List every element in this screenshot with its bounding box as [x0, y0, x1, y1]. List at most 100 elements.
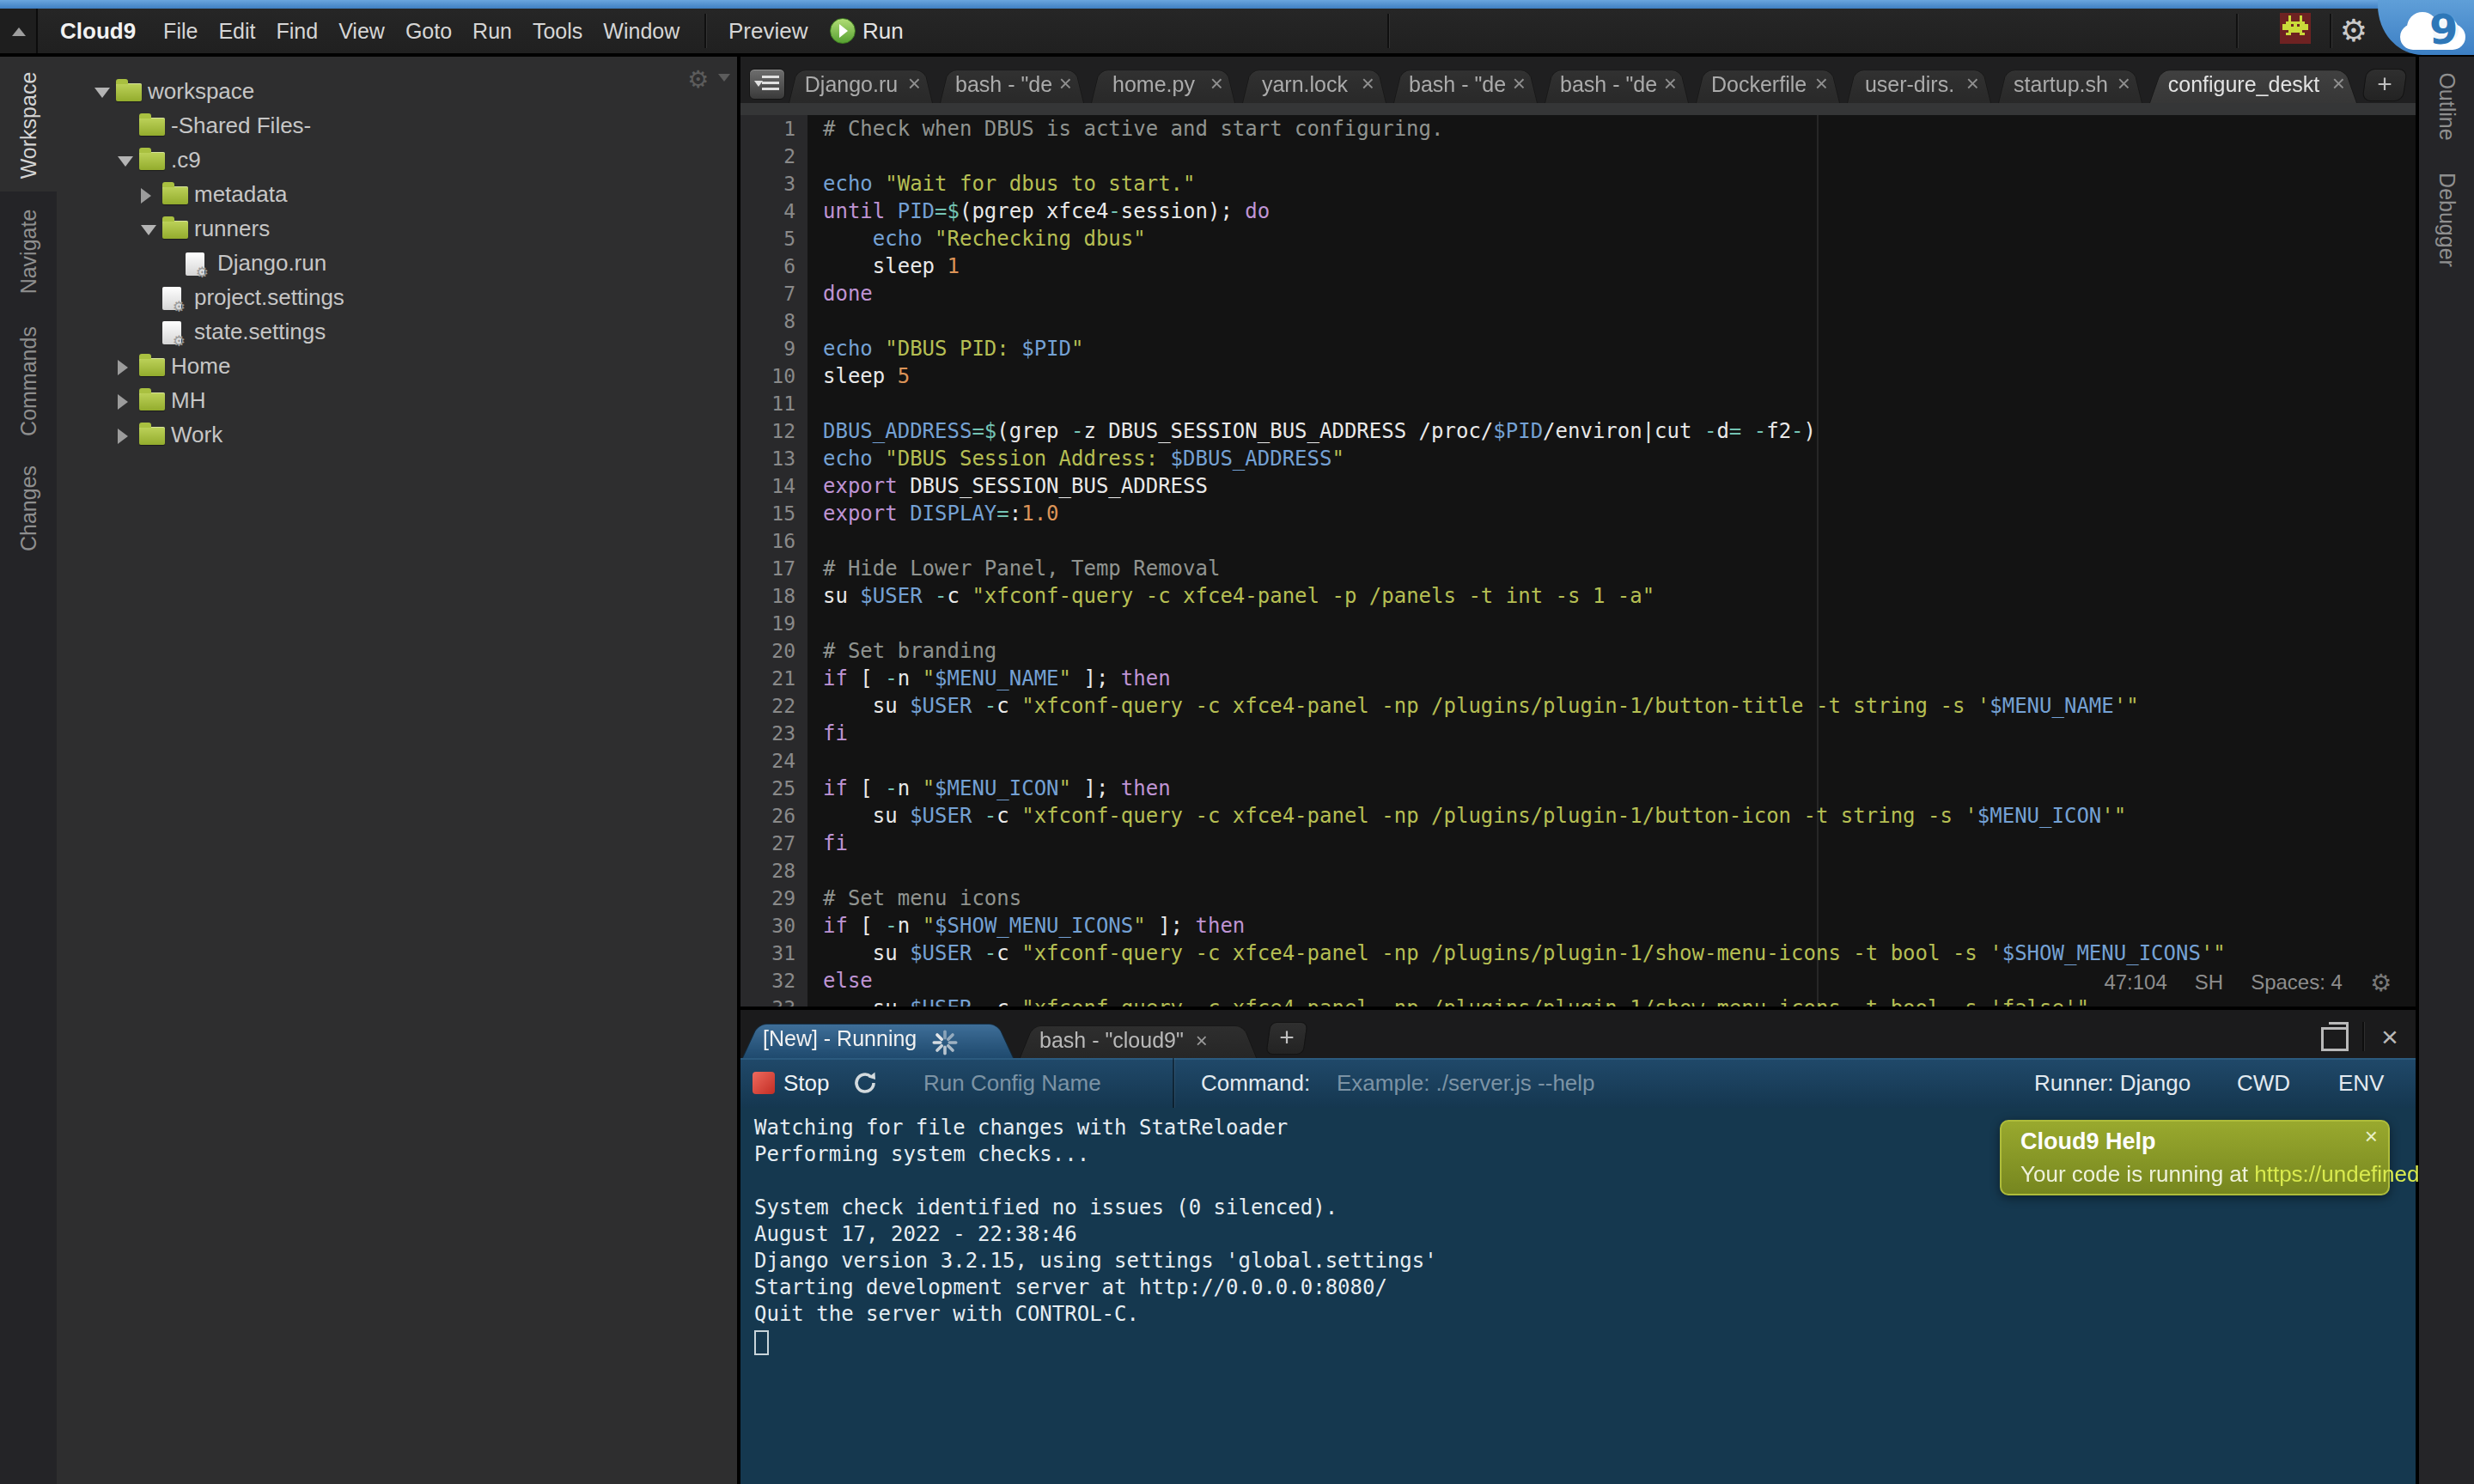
close-tab-icon[interactable]: × — [1664, 65, 1677, 101]
syntax-mode[interactable]: SH — [2195, 970, 2223, 994]
close-panel-icon[interactable]: × — [2374, 1017, 2405, 1056]
tree-item-label: metadata — [194, 181, 287, 208]
chevron-collapsed-icon[interactable] — [118, 394, 128, 410]
menu-edit[interactable]: Edit — [208, 19, 265, 44]
code-line-29: 29# Set menu icons — [740, 885, 2416, 912]
spaces-setting[interactable]: Spaces: 4 — [2251, 970, 2343, 994]
menu-file[interactable]: File — [153, 19, 208, 44]
cloud9-logo[interactable]: 9 — [2400, 10, 2469, 52]
close-tab-icon[interactable]: × — [908, 65, 921, 101]
editor-tab-user-dirs-[interactable]: user-dirs.× — [1847, 65, 1991, 103]
menu-run[interactable]: Run — [462, 19, 522, 44]
maximize-panel-icon[interactable] — [2321, 1027, 2349, 1051]
rail-tab-workspace[interactable]: Workspace — [16, 72, 41, 179]
menu-find[interactable]: Find — [266, 19, 329, 44]
cursor-position[interactable]: 47:104 — [2104, 970, 2166, 994]
notification-body: Your code is running at https://undefine… — [2020, 1161, 2420, 1188]
chevron-expanded-icon[interactable] — [94, 88, 110, 98]
editor-tab-configure-deskt[interactable]: configure_deskt× — [2149, 65, 2357, 103]
preview-button[interactable]: Preview — [728, 9, 807, 53]
tab-label: [New] - Running — [742, 1019, 929, 1058]
line-number: 30 — [740, 912, 795, 940]
menu-tools[interactable]: Tools — [522, 19, 593, 44]
console-tab--new-running[interactable]: [New] - Running — [742, 1019, 1014, 1058]
code-line-3: 3echo "Wait for dbus to start." — [740, 170, 2416, 198]
close-tab-icon[interactable]: × — [1059, 65, 1072, 101]
close-tab-icon[interactable]: × — [1210, 65, 1223, 101]
editor-tab-bash-de[interactable]: bash - "de× — [1545, 65, 1689, 103]
rail-tab-navigate[interactable]: Navigate — [16, 210, 41, 295]
status-gear-icon[interactable]: ⚙ — [2370, 969, 2392, 997]
console-output-line: System check identified no issues (0 sil… — [740, 1195, 2416, 1221]
editor-tab-bash-de[interactable]: bash - "de× — [1393, 65, 1538, 103]
tree-item--c9[interactable]: .c9 — [57, 143, 735, 178]
editor-tab-startup-sh[interactable]: startup.sh× — [1998, 65, 2142, 103]
tree-item-mh[interactable]: MH — [57, 384, 735, 418]
chevron-collapsed-icon[interactable] — [118, 360, 128, 375]
code-line-28: 28 — [740, 857, 2416, 885]
tree-item-workspace[interactable]: workspace — [57, 75, 735, 109]
run-button[interactable]: Run — [830, 9, 904, 53]
debug-bug-icon[interactable] — [2280, 12, 2311, 45]
editor-tab-home-py[interactable]: home.py× — [1091, 65, 1235, 103]
tab-label: configure_deskt — [2149, 65, 2357, 103]
command-input[interactable]: Example: ./server.js --help — [1337, 1070, 1595, 1097]
collapse-menubar-button[interactable] — [0, 9, 38, 53]
env-button[interactable]: ENV — [2338, 1070, 2384, 1097]
chevron-collapsed-icon[interactable] — [118, 429, 128, 444]
close-tab-icon[interactable]: × — [2332, 65, 2345, 101]
tree-item-runners[interactable]: runners — [57, 212, 735, 246]
console-toolbar: Stop Run Config Name Command: Example: .… — [740, 1058, 2416, 1108]
editor-tab-bash-de[interactable]: bash - "de× — [940, 65, 1084, 103]
line-number: 18 — [740, 582, 795, 610]
terminal-cursor — [754, 1330, 769, 1355]
rail-tab-commands[interactable]: Commands — [16, 326, 41, 436]
chevron-expanded-icon[interactable] — [118, 156, 133, 167]
tree-item-project-settings[interactable]: ⚙project.settings — [57, 281, 735, 315]
notification-close-icon[interactable]: × — [2365, 1123, 2378, 1150]
tree-item-state-settings[interactable]: ⚙state.settings — [57, 315, 735, 350]
line-number: 15 — [740, 500, 795, 527]
tree-item-django-run[interactable]: ⚙Django.run — [57, 246, 735, 281]
close-tab-icon[interactable]: × — [1196, 1021, 1225, 1061]
editor-tab-dockerfile[interactable]: Dockerfile× — [1696, 65, 1840, 103]
restart-icon[interactable] — [850, 1068, 880, 1101]
rail-tab-debugger[interactable]: Debugger — [2434, 173, 2459, 267]
tree-item-home[interactable]: Home — [57, 350, 735, 384]
left-rail: Workspace Navigate Commands Changes — [0, 57, 57, 1484]
stop-icon[interactable] — [753, 1072, 775, 1094]
stop-button[interactable]: Stop — [783, 1070, 830, 1097]
close-tab-icon[interactable]: × — [1815, 65, 1828, 101]
close-tab-icon[interactable]: × — [1513, 65, 1526, 101]
menu-cloud9[interactable]: Cloud9 — [50, 18, 153, 45]
new-tab-button[interactable]: + — [2364, 69, 2405, 101]
menu-view[interactable]: View — [328, 19, 395, 44]
menu-goto[interactable]: Goto — [395, 19, 462, 44]
chevron-collapsed-icon[interactable] — [141, 188, 151, 204]
menu-window[interactable]: Window — [593, 19, 690, 44]
tree-item-label: Home — [171, 353, 230, 380]
line-number: 31 — [740, 940, 795, 967]
editor-tab-django-ru[interactable]: Django.ru× — [789, 65, 933, 103]
rail-tab-outline[interactable]: Outline — [2434, 72, 2459, 140]
close-tab-icon[interactable]: × — [1966, 65, 1979, 101]
console-new-tab-button[interactable]: + — [1268, 1022, 1306, 1055]
rail-tab-changes[interactable]: Changes — [16, 465, 41, 551]
tree-item--shared-files-[interactable]: -Shared Files- — [57, 109, 735, 143]
folder-icon — [139, 427, 165, 445]
code-editor[interactable]: 1# Check when DBUS is active and start c… — [740, 115, 2416, 1007]
tree-item-metadata[interactable]: metadata — [57, 178, 735, 212]
top-blue-strip — [0, 0, 2474, 9]
close-tab-icon[interactable]: × — [2118, 65, 2130, 101]
chevron-expanded-icon[interactable] — [141, 225, 156, 235]
tree-item-work[interactable]: Work — [57, 418, 735, 453]
run-config-input[interactable]: Run Config Name — [923, 1070, 1101, 1097]
runner-selector[interactable]: Runner: Django — [2034, 1070, 2191, 1097]
tab-list-button[interactable] — [749, 69, 785, 100]
editor-tab-yarn-lock[interactable]: yarn.lock× — [1242, 65, 1386, 103]
cwd-button[interactable]: CWD — [2237, 1070, 2290, 1097]
notification-link[interactable]: https://undefined — [2254, 1161, 2419, 1187]
settings-gear-icon[interactable]: ⚙ — [2335, 9, 2373, 53]
console-tab-bash-cloud9-[interactable]: bash - "cloud9"× — [1019, 1020, 1258, 1060]
close-tab-icon[interactable]: × — [1362, 65, 1374, 101]
